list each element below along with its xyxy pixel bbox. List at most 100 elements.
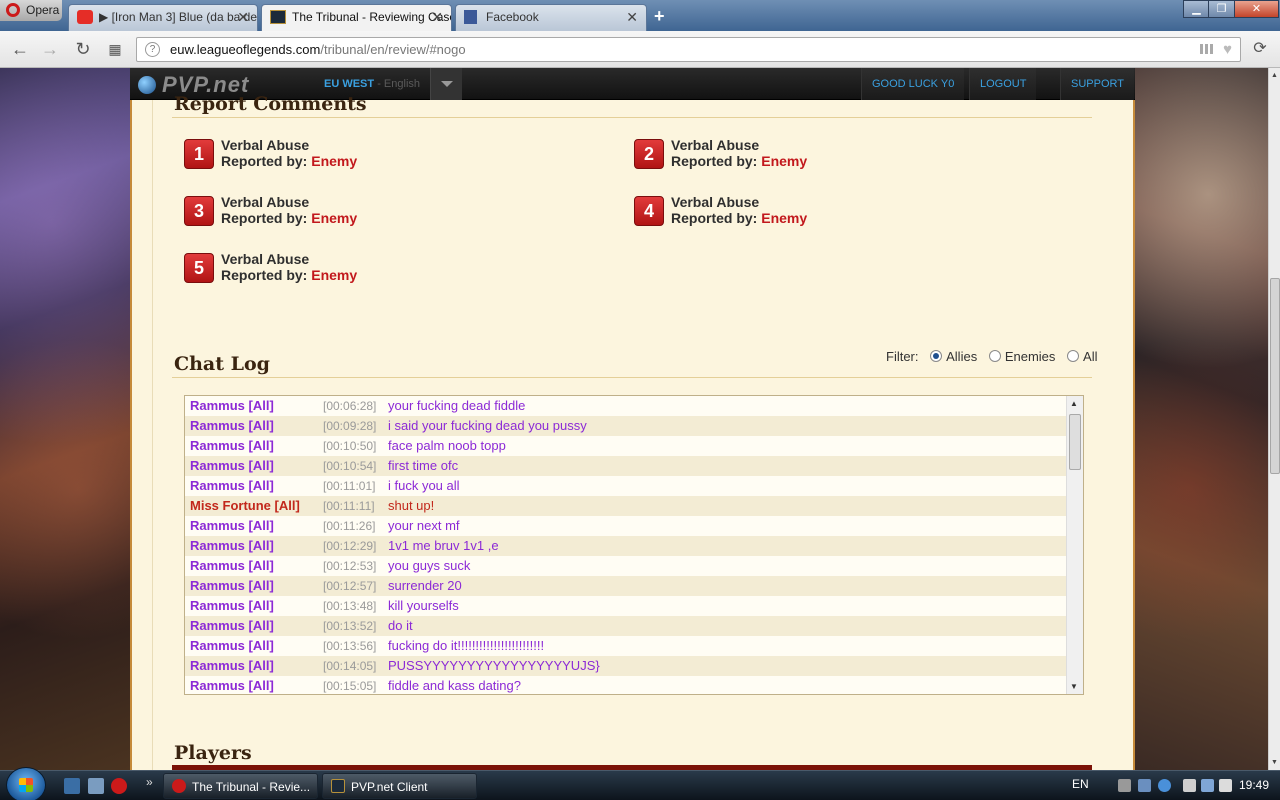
chat-player-name: Rammus [All] [190,638,274,653]
show-desktop-icon[interactable] [64,778,80,794]
tab-close-icon[interactable]: ✕ [431,5,443,29]
page-scroll-down-icon[interactable]: ▼ [1271,759,1278,766]
page-scroll-up-icon[interactable]: ▲ [1271,72,1278,79]
scroll-down-icon[interactable]: ▼ [1070,682,1078,691]
quicklaunch-more-icon[interactable]: » [146,775,153,789]
chat-timestamp: [00:06:28] [323,399,377,413]
reported-by-label: Reported by: [221,267,308,283]
chat-timestamp: [00:13:52] [323,619,377,633]
report-number-badge: 3 [184,196,214,226]
chat-timestamp: [00:10:54] [323,459,377,473]
chat-row: Rammus [All] [00:09:28] i said your fuckin… [185,416,1067,436]
tab-close-icon[interactable]: ✕ [626,5,638,29]
chat-row: Rammus [All] [00:13:52] do it [185,616,1067,636]
chat-log-box[interactable]: Rammus [All] [00:06:28] your fucking dead … [184,395,1084,695]
chat-message: your fucking dead fiddle [388,398,526,413]
opera-logo-icon [6,3,20,17]
report-item: 4 Verbal Abuse Reported by: Enemy [634,194,994,230]
browser-toolbar: ← → ↻ ▦ ? euw.leagueoflegends.com/tribun… [0,31,1280,68]
report-item: 2 Verbal Abuse Reported by: Enemy [634,137,994,173]
support-link[interactable]: SUPPORT [1060,68,1134,100]
new-tab-icon[interactable]: + [654,6,665,27]
network-icon[interactable] [1201,779,1214,792]
start-button[interactable] [6,767,46,800]
chat-row: Rammus [All] [00:13:48] kill yourselfs [185,596,1067,616]
task-pvp-client[interactable]: PVP.net Client [322,773,477,799]
reported-by: Reported by: Enemy [221,210,357,226]
page-scrollbar[interactable]: ▲ ▼ [1268,68,1280,770]
reload-icon[interactable]: ↻ [73,39,93,59]
windows-taskbar: » The Tribunal - Revie... PVP.net Client… [0,767,1280,800]
minimize-button[interactable]: ▁ [1183,0,1210,18]
chat-row: Rammus [All] [00:06:28] your fucking dead … [185,396,1067,416]
forward-arrow-icon[interactable]: → [40,39,60,59]
tray-app-icon[interactable] [1158,779,1171,792]
report-number-badge: 4 [634,196,664,226]
logout-link[interactable]: LOGOUT [969,68,1037,100]
reported-by-label: Reported by: [221,153,308,169]
safely-remove-icon[interactable] [1183,779,1196,792]
chat-row: Rammus [All] [00:13:56] fucking do it!!!!!… [185,636,1067,656]
tab-label: Facebook [486,10,539,24]
volume-icon[interactable] [1219,779,1232,792]
chat-player-name: Rammus [All] [190,598,274,613]
tab-youtube[interactable]: ▶ [Iron Man 3] Blue (da ba dee) ✕ [68,4,258,31]
chat-row: Rammus [All] [00:11:26] your next mf [185,516,1067,536]
filter-enemies-radio[interactable] [988,350,1001,362]
site-info-icon[interactable]: ? [145,42,160,57]
region-label: EU WEST [324,78,375,90]
tray-app-icon[interactable] [1118,779,1131,792]
filter-allies-label[interactable]: Allies [946,349,977,364]
tab-facebook[interactable]: Facebook ✕ [455,4,647,31]
tab-tribunal[interactable]: The Tribunal - Reviewing Case ✕ [261,4,452,31]
chat-message: you guys suck [388,558,471,573]
chat-row: Rammus [All] [00:12:29] 1v1 me bruv 1v1 ,e [185,536,1067,556]
chat-scroll-thumb[interactable] [1069,414,1081,470]
tab-close-icon[interactable]: ✕ [237,5,249,29]
opera-quicklaunch-icon[interactable] [111,778,127,794]
filter-all-label[interactable]: All [1083,349,1097,364]
filter-allies-radio[interactable] [930,350,943,362]
chat-row: Rammus [All] [00:10:50] face palm noob top… [185,436,1067,456]
switch-windows-icon[interactable] [88,778,104,794]
close-window-button[interactable]: ✕ [1234,0,1279,18]
opera-update-icon[interactable]: ⟳ [1250,39,1270,59]
filter-label: Filter: [886,349,919,364]
chat-player-name: Rammus [All] [190,478,274,493]
region-selector[interactable]: EU WEST - English [324,78,420,90]
content-inner-border [152,100,153,770]
reported-by: Reported by: Enemy [221,153,357,169]
scroll-up-icon[interactable]: ▲ [1070,399,1078,408]
chat-timestamp: [00:11:11] [323,499,375,513]
system-clock[interactable]: 19:49 [1239,778,1269,792]
language-indicator[interactable]: EN [1072,777,1089,791]
page-scroll-thumb[interactable] [1270,278,1280,474]
tray-app-icon[interactable] [1138,779,1151,792]
good-luck-link[interactable]: GOOD LUCK Y0 [861,68,965,100]
chat-message: your next mf [388,518,460,533]
chat-message: kill yourselfs [388,598,459,613]
report-type: Verbal Abuse [221,194,310,210]
region-dropdown-button[interactable] [430,68,462,100]
chat-message: i said your fucking dead you pussy [388,418,587,433]
back-arrow-icon[interactable]: ← [10,39,30,59]
opera-menu-button[interactable]: Opera [0,0,62,21]
reported-by-value: Enemy [311,267,358,283]
address-bar[interactable]: ? euw.leagueoflegends.com/tribunal/en/re… [136,37,1241,62]
speed-dial-icon[interactable] [1200,44,1214,54]
filter-all-radio[interactable] [1067,350,1080,362]
chat-scrollbar[interactable]: ▲ ▼ [1066,396,1083,694]
chat-player-name: Rammus [All] [190,458,274,473]
maximize-button[interactable]: ❐ [1208,0,1235,18]
tribunal-content: Report Comments 1 Verbal Abuse Reported … [130,93,1135,770]
speed-dial-grid-icon[interactable]: ▦ [105,39,125,59]
report-number-badge: 5 [184,253,214,283]
chat-timestamp: [00:14:05] [323,659,377,673]
chat-row: Rammus [All] [00:10:54] first time ofc [185,456,1067,476]
filter-enemies-label[interactable]: Enemies [1005,349,1056,364]
champion-art-right [1135,68,1268,770]
tab-label: The Tribunal - Reviewing Case [292,10,452,24]
heart-icon[interactable]: ♥ [1223,38,1232,61]
task-tribunal[interactable]: The Tribunal - Revie... [163,773,318,799]
players-title: Players [174,742,252,764]
